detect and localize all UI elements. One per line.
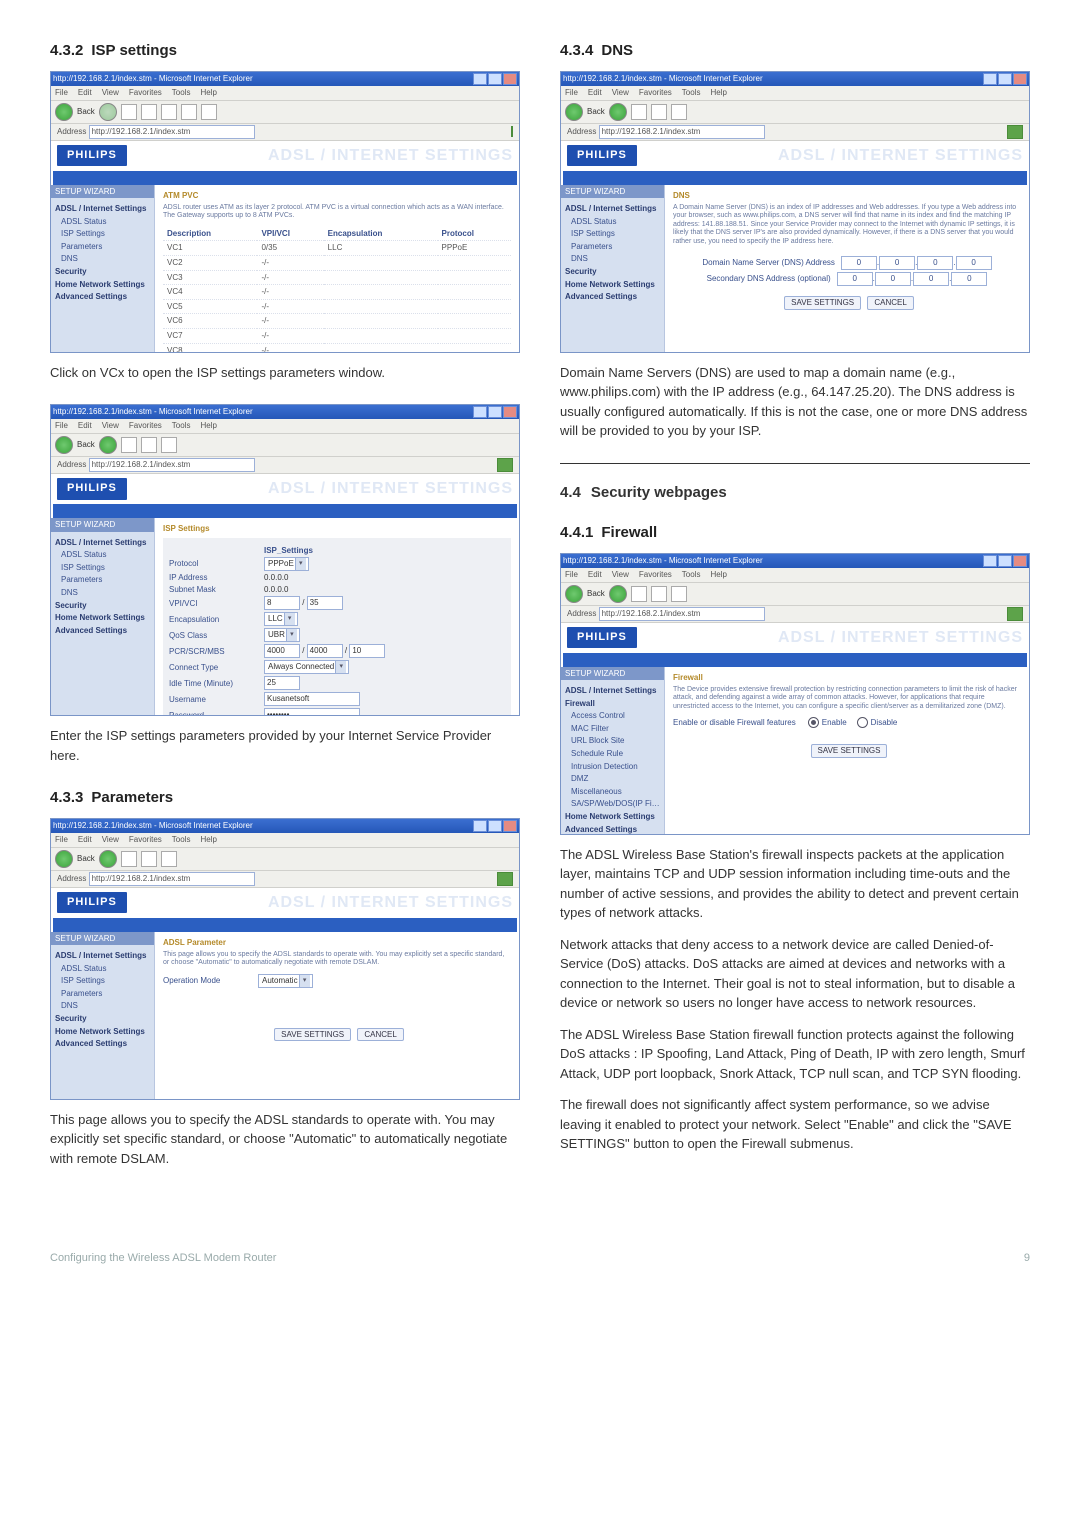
minimize-icon[interactable] (473, 73, 487, 85)
search-icon[interactable] (181, 104, 197, 120)
brand-logo: PHILIPS (57, 145, 127, 166)
close-icon[interactable] (503, 406, 517, 418)
save-button[interactable]: SAVE SETTINGS (274, 1028, 351, 1042)
forward-icon[interactable] (99, 850, 117, 868)
maximize-icon[interactable] (488, 820, 502, 832)
maximize-icon[interactable] (488, 73, 502, 85)
caption-434: Domain Name Servers (DNS) are used to ma… (560, 363, 1030, 441)
favorites-icon[interactable] (201, 104, 217, 120)
maximize-icon[interactable] (998, 555, 1012, 567)
screenshot-isp-form: http://192.168.2.1/index.stm - Microsoft… (50, 404, 520, 716)
go-button[interactable] (1007, 125, 1023, 139)
go-button[interactable] (497, 872, 513, 886)
panel-title: ATM PVC (163, 191, 511, 201)
minimize-icon[interactable] (983, 73, 997, 85)
close-icon[interactable] (1013, 555, 1027, 567)
browser-toolbar: Back (51, 101, 519, 124)
home-icon[interactable] (161, 437, 177, 453)
stop-icon[interactable] (121, 437, 137, 453)
back-icon[interactable] (55, 436, 73, 454)
save-button[interactable]: SAVE SETTINGS (811, 744, 888, 758)
back-icon[interactable] (565, 103, 583, 121)
close-icon[interactable] (503, 820, 517, 832)
page-footer: Configuring the Wireless ADSL Modem Rout… (50, 1250, 1030, 1267)
qos-select[interactable]: UBR (264, 628, 300, 642)
forward-icon[interactable] (99, 103, 117, 121)
address-input[interactable]: http://192.168.2.1/index.stm (89, 125, 255, 139)
caption-432: Click on VCx to open the ISP settings pa… (50, 363, 520, 383)
table-row[interactable]: VC5-/- (163, 299, 511, 314)
screenshot-parameters: http://192.168.2.1/index.stm - Microsoft… (50, 818, 520, 1100)
heading-434: 4.3.4DNS (560, 40, 1030, 63)
close-icon[interactable] (1013, 73, 1027, 85)
heading-44: 4.4Security webpages (560, 482, 1030, 505)
window-title: http://192.168.2.1/index.stm - Microsoft… (53, 74, 253, 84)
maximize-icon[interactable] (488, 406, 502, 418)
back-icon[interactable] (565, 585, 583, 603)
cancel-button[interactable]: CANCEL (357, 1028, 403, 1042)
screenshot-dns: http://192.168.2.1/index.stm - Microsoft… (560, 71, 1030, 353)
home-icon[interactable] (161, 104, 177, 120)
sidebar-item-adv[interactable]: Advanced Settings (55, 292, 150, 302)
dns2-input[interactable]: 0 (837, 272, 873, 286)
back-icon[interactable] (55, 103, 73, 121)
firewall-text: The ADSL Wireless Base Station's firewal… (560, 845, 1030, 1154)
sidebar-item-adsl[interactable]: ADSL / Internet Settings (55, 204, 150, 214)
sidebar-item-parameters[interactable]: Parameters (55, 242, 150, 252)
disable-radio[interactable] (857, 717, 868, 728)
password-input[interactable]: •••••••• (264, 708, 360, 716)
address-input[interactable]: http://192.168.2.1/index.stm (89, 458, 255, 472)
heading-432: 4.3.2ISP settings (50, 40, 520, 63)
go-button[interactable] (497, 458, 513, 472)
sidebar-item-home[interactable]: Home Network Settings (55, 280, 150, 290)
dns1-input[interactable]: 0 (841, 256, 877, 270)
browser-menubar: FileEdit ViewFavorites ToolsHelp (51, 86, 519, 101)
idle-input[interactable]: 25 (264, 676, 300, 690)
forward-icon[interactable] (609, 585, 627, 603)
stop-icon[interactable] (121, 104, 137, 120)
atm-pvc-table: DescriptionVPI/VCI EncapsulationProtocol… (163, 227, 511, 353)
screenshot-firewall: http://192.168.2.1/index.stm - Microsoft… (560, 553, 1030, 835)
table-row[interactable]: VC8-/- (163, 343, 511, 352)
minimize-icon[interactable] (473, 406, 487, 418)
refresh-icon[interactable] (141, 104, 157, 120)
opmode-select[interactable]: Automatic (258, 974, 313, 988)
save-button[interactable]: SAVE SETTINGS (784, 296, 861, 310)
table-row[interactable]: VC4-/- (163, 285, 511, 300)
refresh-icon[interactable] (141, 437, 157, 453)
cancel-button[interactable]: CANCEL (867, 296, 913, 310)
back-icon[interactable] (55, 850, 73, 868)
minimize-icon[interactable] (473, 820, 487, 832)
encap-select[interactable]: LLC (264, 612, 298, 626)
sidebar-item-dns[interactable]: DNS (55, 254, 150, 264)
maximize-icon[interactable] (998, 73, 1012, 85)
sidebar-item-isp[interactable]: ISP Settings (55, 229, 150, 239)
connect-select[interactable]: Always Connected (264, 660, 349, 674)
table-row[interactable]: VC2-/- (163, 256, 511, 271)
forward-icon[interactable] (609, 103, 627, 121)
heading-433: 4.3.3Parameters (50, 787, 520, 810)
caption-432b: Enter the ISP settings parameters provid… (50, 726, 520, 765)
caption-433: This page allows you to specify the ADSL… (50, 1110, 520, 1169)
minimize-icon[interactable] (983, 555, 997, 567)
forward-icon[interactable] (99, 436, 117, 454)
username-input[interactable]: Kusanetsoft (264, 692, 360, 706)
screenshot-isp-list: http://192.168.2.1/index.stm - Microsoft… (50, 71, 520, 353)
table-row[interactable]: VC6-/- (163, 314, 511, 329)
protocol-select[interactable]: PPPoE (264, 557, 309, 571)
table-row[interactable]: VC10/35LLCPPPoE (163, 241, 511, 256)
close-icon[interactable] (503, 73, 517, 85)
enable-radio[interactable] (808, 717, 819, 728)
heading-441: 4.4.1Firewall (560, 522, 1030, 545)
sidebar-item-security[interactable]: Security (55, 267, 150, 277)
go-button[interactable] (511, 126, 513, 137)
table-row[interactable]: VC7-/- (163, 329, 511, 344)
table-row[interactable]: VC3-/- (163, 270, 511, 285)
sidebar-item-adslstatus[interactable]: ADSL Status (55, 217, 150, 227)
go-button[interactable] (1007, 607, 1023, 621)
